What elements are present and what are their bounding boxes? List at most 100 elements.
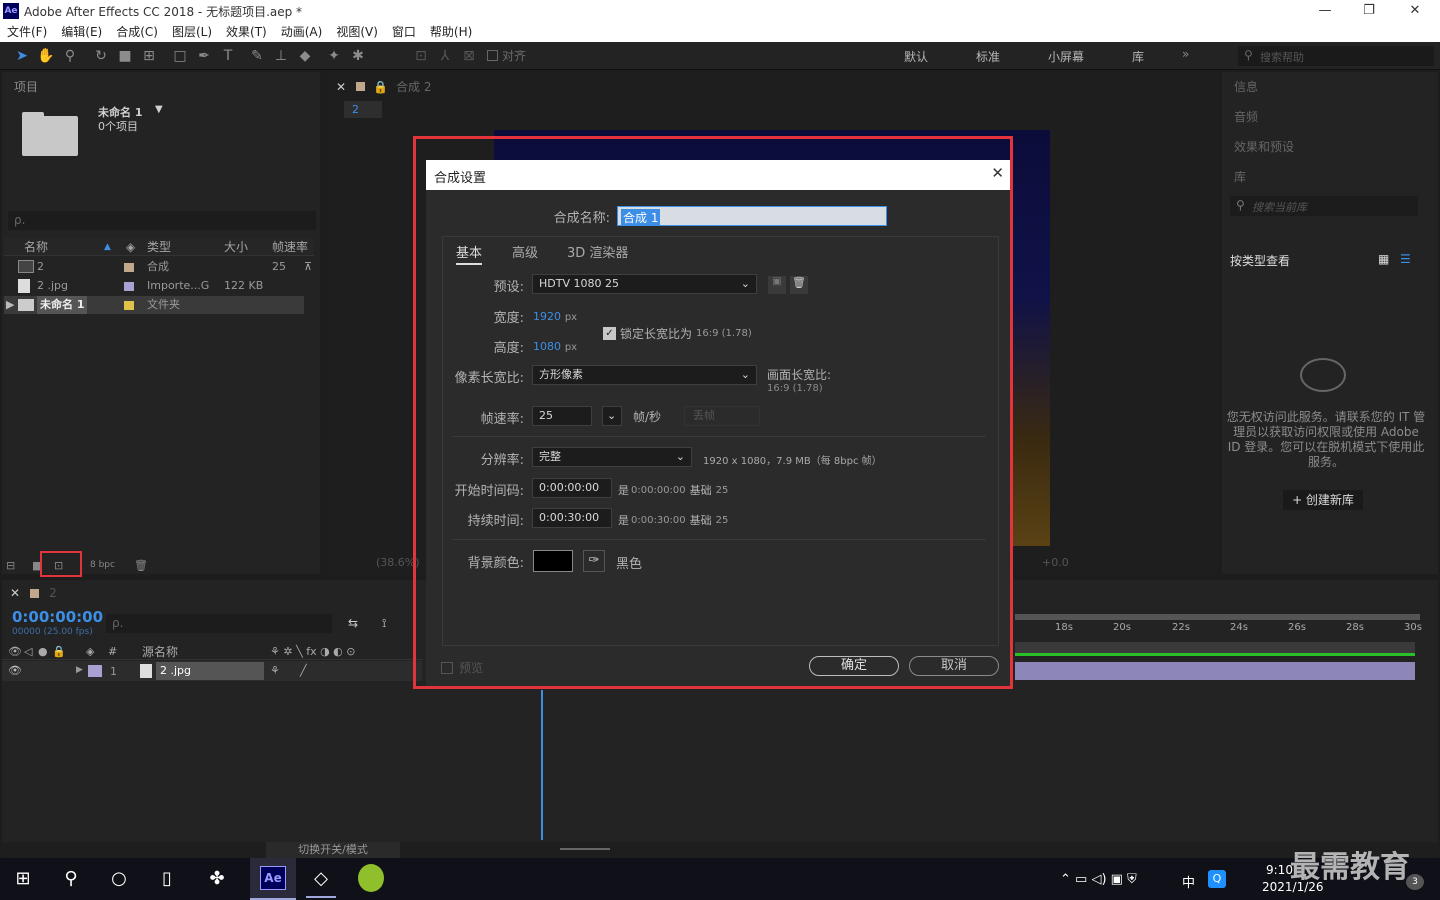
create-library-button[interactable]: + 创建新库 [1283,490,1363,510]
tab-basic[interactable]: 基本 [456,242,483,265]
menu-effect[interactable]: 效果(T) [219,22,274,42]
brush-tool-icon[interactable]: ✎ [246,45,268,67]
puppet-pin-tool-icon[interactable]: ✱ [347,45,369,67]
flowchart-icon[interactable]: ⊼ [304,258,312,276]
start-timecode-input[interactable]: 0:00:00:00 [532,478,612,498]
current-timecode[interactable]: 0:00:00:00 [12,608,103,626]
workspace-small-screen[interactable]: 小屏幕 [1048,48,1084,65]
interpret-footage-icon[interactable]: ⊟ [6,559,15,572]
cancel-button[interactable]: 取消 [909,656,999,676]
current-time-indicator[interactable] [541,690,543,840]
project-search-input[interactable]: ρ. [8,211,316,230]
work-area-bar[interactable] [1015,614,1420,620]
eyedropper-icon[interactable]: ✑ [583,550,605,572]
preset-dropdown[interactable]: HDTV 1080 25 ⌄ [532,274,757,294]
panel-library[interactable]: 库 [1234,168,1246,185]
lock-icon[interactable]: 🔒 [373,80,388,94]
delete-preset-icon[interactable]: 🗑 [790,276,808,294]
clone-stamp-tool-icon[interactable]: ⊥ [270,45,292,67]
task-view-icon[interactable]: ▯ [152,864,182,894]
text-tool-icon[interactable]: T [217,45,239,67]
timeline-search-input[interactable]: ρ. [106,614,332,633]
windows-start-icon[interactable]: ⊞ [8,864,38,894]
menu-animation[interactable]: 动画(A) [274,22,330,42]
close-tab-icon[interactable]: ✕ [336,80,346,94]
tab-advanced[interactable]: 高级 [512,242,538,261]
layer-name[interactable]: 2 .jpg [156,662,264,680]
taskbar-app-icon[interactable]: ◇ [306,864,336,898]
shy-switch-icon[interactable]: ⚘ [270,664,280,677]
chevron-down-icon[interactable]: ▼ [155,104,163,115]
preview-checkbox[interactable] [441,661,453,674]
menu-layer[interactable]: 图层(L) [165,22,219,42]
workspace-default[interactable]: 默认 [904,48,928,65]
fps-dropdown[interactable]: ⌄ [602,406,622,426]
save-preset-icon[interactable]: ▣ [768,276,786,294]
menu-window[interactable]: 窗口 [385,22,423,42]
expand-arrow-icon[interactable]: ▶ [6,296,14,314]
lock-icon[interactable]: 🔒 [52,645,66,658]
qq-icon[interactable]: Q [1208,870,1226,888]
pan-behind-tool-icon[interactable]: ⊞ [138,45,160,67]
minimize-button[interactable]: — [1302,0,1348,22]
pixel-aspect-dropdown[interactable]: 方形像素 ⌄ [532,365,757,385]
layer-row[interactable]: 👁 ▶ 1 2 .jpg ⚘ ╱ [2,661,422,681]
solo-icon[interactable]: ● [38,645,48,658]
axis-view-icon[interactable]: ⊠ [458,45,480,67]
rotate-tool-icon[interactable]: ↻ [90,45,112,67]
duration-input[interactable]: 0:00:30:00 [532,508,612,528]
panel-info[interactable]: 信息 [1234,78,1258,95]
view-by-type-dropdown[interactable]: 按类型查看 [1230,252,1290,269]
list-view-icon[interactable]: ☰ [1400,252,1411,266]
workspace-library[interactable]: 库 [1132,48,1144,65]
close-tab-icon[interactable]: ✕ [10,586,20,600]
help-search-box[interactable]: ⚲ 搜索帮助 [1238,46,1434,66]
more-workspaces-icon[interactable]: » [1182,47,1189,61]
camera-tool-icon[interactable]: ■ [114,45,136,67]
tray-icons[interactable]: ⌃ ▭ ◁) ▣ ⛨ [1060,872,1137,887]
column-fps[interactable]: 帧速率 [272,238,308,255]
pen-tool-icon[interactable]: ✒ [193,45,215,67]
menu-help[interactable]: 帮助(H) [423,22,479,42]
quality-switch-icon[interactable]: ╱ [300,664,307,677]
eraser-tool-icon[interactable]: ◆ [294,45,316,67]
eye-icon[interactable]: 👁 [8,645,22,658]
search-icon[interactable]: ⚲ [56,864,86,894]
notification-badge[interactable]: 3 [1406,874,1424,890]
audio-icon[interactable]: ◁ [24,645,32,658]
project-tab[interactable]: 项目 [14,78,38,95]
menu-view[interactable]: 视图(V) [329,22,385,42]
draft-3d-icon[interactable]: ⟟ [382,616,386,631]
roto-brush-tool-icon[interactable]: ✦ [323,45,345,67]
axis-local-icon[interactable]: ⊡ [410,45,432,67]
lock-aspect-checkbox[interactable]: ✓ [603,327,616,340]
cortana-icon[interactable]: ○ [104,864,134,894]
trash-icon[interactable]: 🗑 [134,559,148,572]
resolution-dropdown[interactable]: 完整 ⌄ [532,447,692,467]
height-value[interactable]: 1080 [533,340,561,353]
axis-world-icon[interactable]: ⅄ [434,45,456,67]
selection-tool-icon[interactable]: ➤ [11,45,33,67]
project-item-row[interactable]: 2 合成 25 ⊼ [4,258,312,276]
workspace-standard[interactable]: 标准 [976,48,1000,65]
sort-ascending-icon[interactable]: ▲ [104,242,111,252]
time-ruler[interactable]: 18s 20s 22s 24s 26s 28s 30s [1015,622,1422,638]
fps-input[interactable]: 25 [532,406,592,426]
composition-tab[interactable]: ✕ 🔒 合成 2 [336,78,431,95]
menu-composition[interactable]: 合成(C) [109,22,165,42]
column-source-name[interactable]: 源名称 [142,643,178,660]
panel-audio[interactable]: 音频 [1234,108,1258,125]
comp-name-input[interactable]: 合成 1 [617,206,887,226]
new-composition-icon[interactable]: ⊡ [54,559,63,572]
exposure-value[interactable]: +0.0 [1042,556,1069,569]
background-color-swatch[interactable] [533,550,573,572]
label-tag-icon[interactable]: ◈ [126,240,135,254]
snap-checkbox[interactable] [487,50,498,61]
menu-file[interactable]: 文件(F) [0,22,54,42]
timeline-tab[interactable]: ✕ 2 [10,586,57,600]
hand-tool-icon[interactable]: ✋ [35,45,57,67]
rectangle-tool-icon[interactable]: □ [169,45,191,67]
column-size[interactable]: 大小 [224,238,248,255]
taskbar-app-icon[interactable] [358,864,384,892]
composition-subtab[interactable]: 2 [344,101,382,118]
